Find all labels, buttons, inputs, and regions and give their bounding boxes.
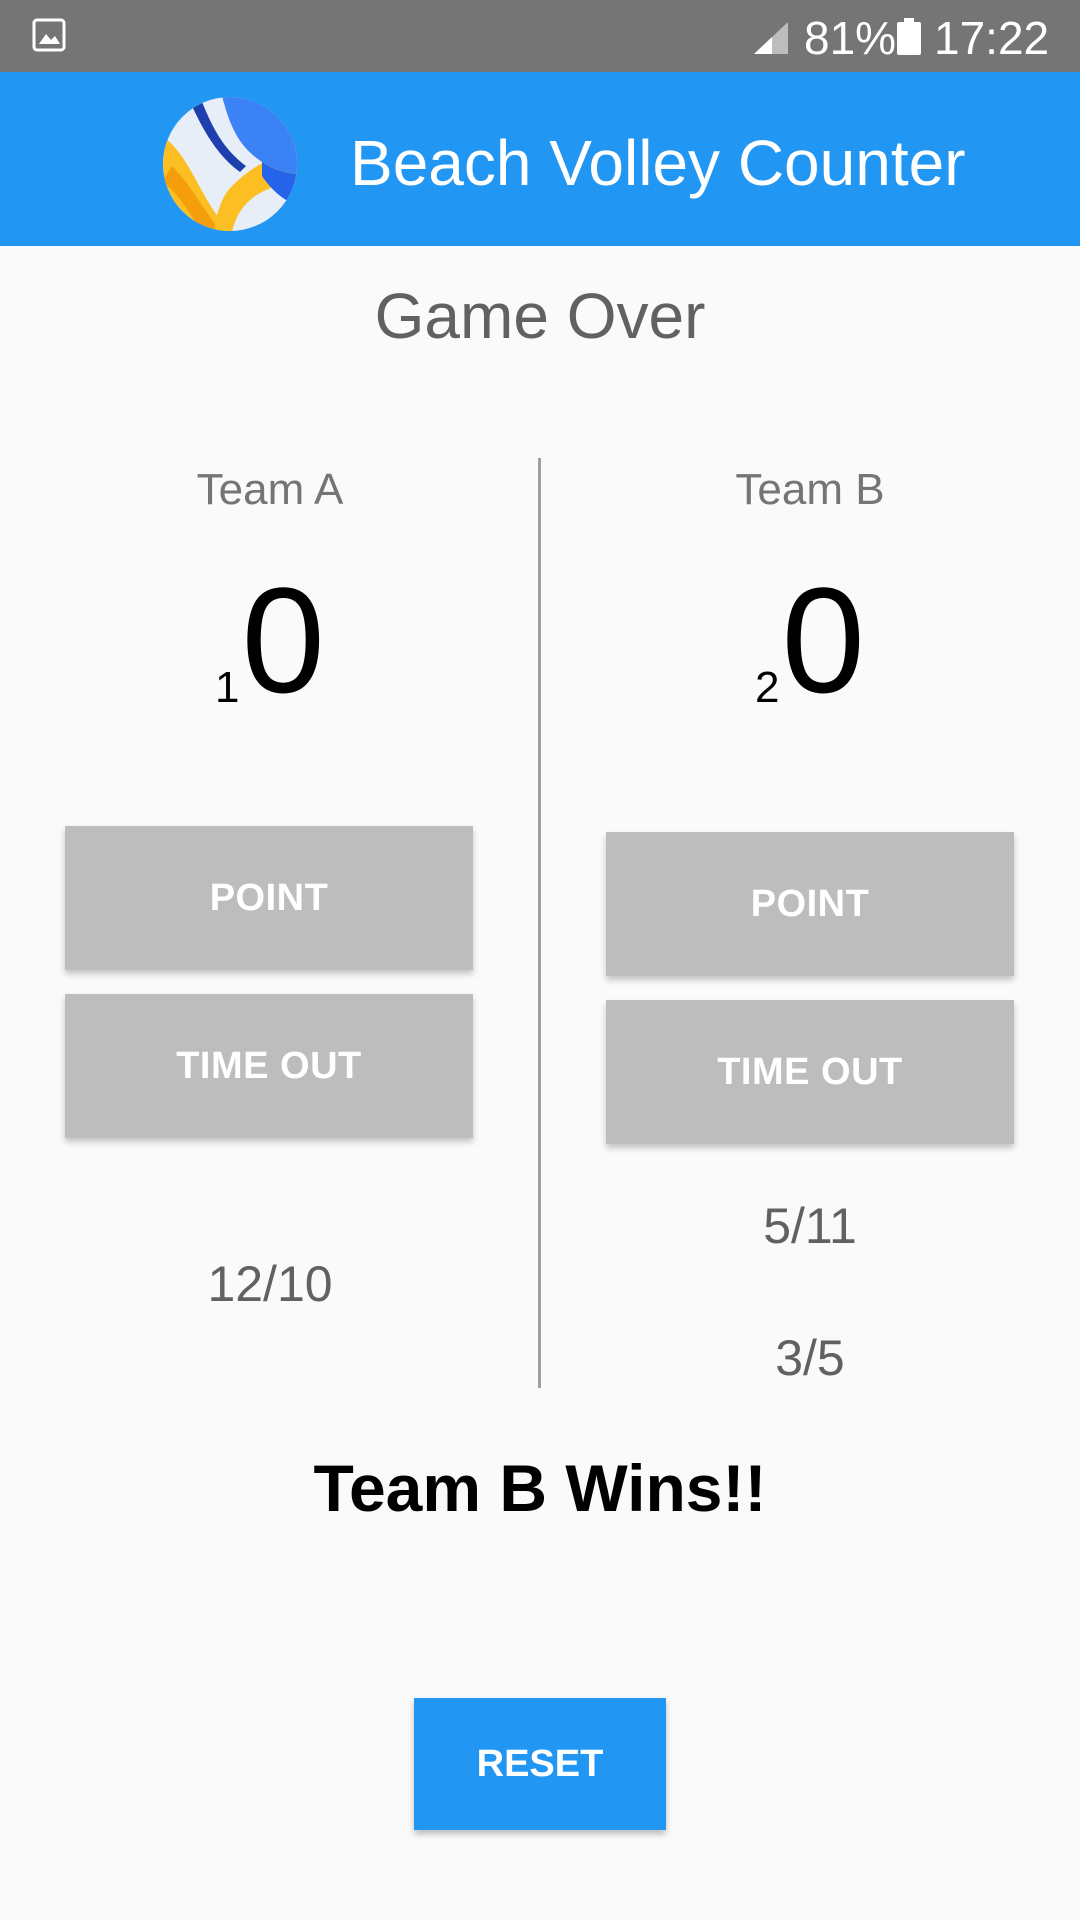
team-b-set-score-2: 3/5 (775, 1330, 845, 1386)
team-a-timeout-button[interactable]: TIME OUT (65, 994, 473, 1138)
winner-message: Team B Wins!! (313, 1451, 767, 1525)
team-b-name: Team B (735, 465, 885, 514)
team-b-score: 20 (540, 560, 1080, 720)
team-a-name: Team A (196, 465, 344, 514)
team-a-points: 0 (241, 556, 325, 724)
team-b-set-score-1: 5/11 (763, 1198, 857, 1254)
team-b-point-button[interactable]: POINT (606, 832, 1014, 976)
team-b-timeout-button[interactable]: TIME OUT (606, 1000, 1014, 1144)
team-a-point-button[interactable]: POINT (65, 826, 473, 970)
reset-button[interactable]: RESET (414, 1698, 666, 1830)
team-a-set-score-1: 12/10 (207, 1256, 333, 1312)
team-b-points: 0 (781, 556, 865, 724)
team-a-column: Team A 10 POINT TIME OUT 12/10 (0, 0, 540, 1920)
team-a-sets-won: 1 (215, 663, 240, 712)
team-b-column: Team B 20 POINT TIME OUT 5/11 3/5 (540, 0, 1080, 1920)
team-a-score: 10 (0, 560, 540, 720)
team-b-sets-won: 2 (755, 663, 780, 712)
